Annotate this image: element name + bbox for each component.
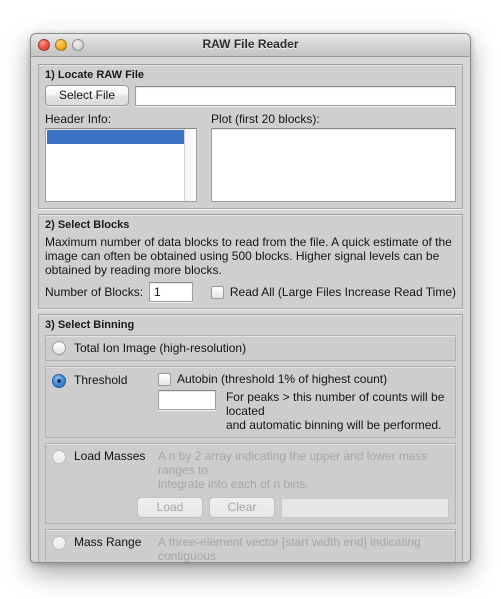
select-blocks-panel: 2) Select Blocks Maximum number of data … bbox=[38, 214, 463, 309]
mass-range-radio[interactable] bbox=[52, 536, 66, 550]
dialog-content: 1) Locate RAW File Select File Header In… bbox=[31, 57, 470, 562]
threshold-radio[interactable] bbox=[52, 374, 66, 388]
threshold-row: Threshold Autobin (threshold 1% of highe… bbox=[52, 372, 449, 432]
select-file-button[interactable]: Select File bbox=[45, 85, 129, 106]
load-button[interactable]: Load bbox=[137, 497, 203, 518]
read-all-checkbox[interactable] bbox=[211, 286, 224, 299]
load-masses-controls: A n by 2 array indicating the upper and … bbox=[158, 449, 449, 491]
clear-button[interactable]: Clear bbox=[209, 497, 275, 518]
autobin-checkbox[interactable] bbox=[158, 373, 171, 386]
num-blocks-row: Number of Blocks: 1 Read All (Large File… bbox=[45, 282, 456, 302]
load-masses-radio[interactable] bbox=[52, 450, 66, 464]
load-masses-buttons-row: Load Clear bbox=[52, 497, 449, 518]
mass-range-label[interactable]: Mass Range bbox=[74, 535, 150, 549]
select-binning-panel: 3) Select Binning Total Ion Image (high-… bbox=[38, 314, 463, 563]
raw-file-reader-window: RAW File Reader 1) Locate RAW File Selec… bbox=[30, 33, 471, 563]
section1-title: 1) Locate RAW File bbox=[45, 69, 456, 81]
autobin-row[interactable]: Autobin (threshold 1% of highest count) bbox=[158, 372, 449, 386]
mass-range-subpanel: Mass Range A three-element vector [start… bbox=[45, 529, 456, 563]
read-all-label[interactable]: Read All (Large Files Increase Read Time… bbox=[230, 285, 456, 299]
locate-raw-file-panel: 1) Locate RAW File Select File Header In… bbox=[38, 64, 463, 209]
num-blocks-label: Number of Blocks: bbox=[45, 285, 143, 299]
threshold-help-line2: and automatic binning will be performed. bbox=[226, 418, 449, 432]
num-blocks-input[interactable]: 1 bbox=[149, 282, 193, 302]
mass-range-row: Mass Range A three-element vector [start… bbox=[52, 535, 449, 563]
header-info-scrollbar[interactable] bbox=[184, 129, 196, 201]
section2-description: Maximum number of data blocks to read fr… bbox=[45, 235, 456, 277]
section2-title: 2) Select Blocks bbox=[45, 219, 456, 231]
header-info-label: Header Info: bbox=[45, 112, 197, 126]
total-ion-radio[interactable] bbox=[52, 341, 66, 355]
load-masses-help-line2: integrate into each of n bins. bbox=[158, 477, 449, 491]
threshold-label[interactable]: Threshold bbox=[74, 373, 150, 387]
mass-range-help: A three-element vector [start width end]… bbox=[158, 535, 449, 563]
threshold-help-line1: For peaks > this number of counts will b… bbox=[226, 390, 449, 418]
threshold-controls: Autobin (threshold 1% of highest count) … bbox=[158, 372, 449, 432]
total-ion-image-subpanel: Total Ion Image (high-resolution) bbox=[45, 335, 456, 361]
threshold-help: For peaks > this number of counts will b… bbox=[226, 390, 449, 432]
load-masses-label[interactable]: Load Masses bbox=[74, 449, 150, 463]
section3-title: 3) Select Binning bbox=[45, 319, 456, 331]
threshold-value-row: For peaks > this number of counts will b… bbox=[158, 390, 449, 432]
window-title-bar[interactable]: RAW File Reader bbox=[31, 34, 470, 57]
load-masses-subpanel: Load Masses A n by 2 array indicating th… bbox=[45, 443, 456, 524]
threshold-subpanel: Threshold Autobin (threshold 1% of highe… bbox=[45, 366, 456, 438]
total-ion-label[interactable]: Total Ion Image (high-resolution) bbox=[74, 341, 246, 355]
file-path-input[interactable] bbox=[135, 86, 456, 106]
info-boxes-row bbox=[45, 128, 456, 202]
plot-canvas bbox=[211, 128, 456, 202]
load-masses-path-input[interactable] bbox=[281, 498, 449, 518]
load-masses-help-line1: A n by 2 array indicating the upper and … bbox=[158, 449, 449, 477]
window-title: RAW File Reader bbox=[31, 37, 470, 51]
info-labels-row: Header Info: Plot (first 20 blocks): bbox=[45, 106, 456, 128]
total-ion-row[interactable]: Total Ion Image (high-resolution) bbox=[52, 341, 449, 355]
autobin-label[interactable]: Autobin (threshold 1% of highest count) bbox=[177, 372, 387, 386]
list-item[interactable] bbox=[47, 130, 195, 144]
plot-label: Plot (first 20 blocks): bbox=[211, 112, 456, 126]
header-info-listbox[interactable] bbox=[45, 128, 197, 202]
load-masses-row: Load Masses A n by 2 array indicating th… bbox=[52, 449, 449, 491]
mass-range-help-line1: A three-element vector [start width end]… bbox=[158, 535, 449, 563]
threshold-input[interactable] bbox=[158, 390, 216, 410]
file-select-row: Select File bbox=[45, 85, 456, 106]
